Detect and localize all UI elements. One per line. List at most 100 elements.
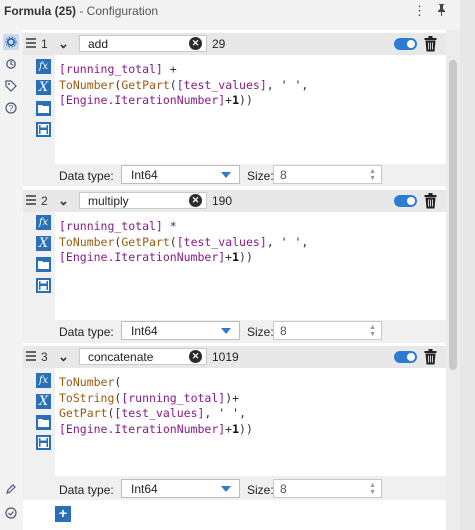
data-type-select[interactable]: Int64 [121, 479, 240, 498]
enable-toggle[interactable] [394, 195, 417, 207]
row-number: 1 [41, 37, 48, 51]
code-line: [running_total] + [59, 62, 308, 78]
code-token: ' ' [218, 406, 240, 420]
size-label: Size: [247, 325, 274, 339]
spinner-icon[interactable]: ▲ ▼ [369, 482, 376, 496]
code-token: GetPart [121, 77, 170, 92]
tag-icon[interactable] [3, 78, 19, 94]
variable-icon[interactable]: X [36, 80, 51, 95]
code-token: 1 [232, 421, 240, 436]
row-number: 2 [41, 194, 48, 208]
size-input[interactable]: 8 ▲ ▼ [273, 165, 382, 184]
code-token: ToNumber [59, 234, 115, 249]
formula-row-header: 2 ⌄ multiply ✕ 190 [23, 190, 446, 212]
preview-value: 1019 [212, 350, 239, 364]
code-token: GetPart [121, 234, 170, 249]
right-panel-edge [460, 0, 475, 530]
code-token: ( [169, 77, 177, 92]
help-icon[interactable]: ? [3, 100, 19, 116]
spinner-icon[interactable]: ▲ ▼ [369, 324, 376, 338]
code-token: [running_total] [121, 390, 226, 405]
code-token: ( [114, 375, 122, 389]
expression-code: [running_total] * ToNumber(GetPart([test_… [59, 219, 308, 266]
data-type-select[interactable]: Int64 [121, 165, 240, 184]
size-label: Size: [247, 169, 274, 183]
svg-text:?: ? [9, 104, 14, 113]
code-token: , [239, 406, 246, 420]
drag-handle-icon[interactable] [26, 38, 36, 50]
data-type-row: Data type: Int64 Size: 8 ▲ ▼ [55, 164, 446, 186]
folder-icon[interactable] [36, 415, 51, 430]
fx-icon[interactable]: fx [36, 215, 51, 230]
code-line: [Engine.IterationNumber]+1)) [59, 93, 308, 109]
code-token: , [301, 77, 309, 92]
code-token: ToString [59, 390, 115, 405]
enable-toggle[interactable] [394, 38, 417, 50]
code-token: ' ' [280, 234, 302, 249]
left-toolbar: ? [0, 30, 22, 530]
code-token: [running_total] [59, 219, 170, 233]
chevron-down-icon[interactable]: ⌄ [58, 36, 69, 52]
code-token: )) [239, 250, 253, 264]
code-token: ToNumber [59, 375, 115, 389]
trash-icon[interactable] [424, 36, 437, 52]
clear-icon[interactable]: ✕ [189, 194, 202, 207]
code-token: [running_total] [59, 62, 170, 76]
enable-toggle[interactable] [394, 351, 417, 363]
code-token: [test_values] [176, 77, 267, 92]
variable-icon[interactable]: X [36, 236, 51, 251]
code-token: ToNumber [59, 77, 115, 92]
save-icon[interactable] [36, 122, 51, 137]
save-icon[interactable] [36, 278, 51, 293]
variable-icon[interactable]: X [36, 394, 51, 409]
check-circle-icon[interactable] [3, 505, 19, 521]
window-title: Formula (25) - Configuration [4, 4, 159, 18]
title-bar: Formula (25) - Configuration ⋮ [0, 0, 475, 22]
folder-icon[interactable] [36, 101, 51, 116]
formula-row-header: 1 ⌄ add ✕ 29 [23, 33, 446, 55]
drag-handle-icon[interactable] [26, 195, 36, 207]
gear-icon[interactable] [3, 34, 19, 50]
formula-row-header: 3 ⌄ concatenate ✕ 1019 [23, 346, 446, 368]
pin-icon[interactable] [436, 3, 447, 19]
trash-icon[interactable] [424, 193, 437, 209]
fx-icon[interactable]: fx [36, 59, 51, 74]
plus-icon[interactable]: + [55, 506, 71, 522]
output-field-name[interactable]: concatenate [79, 348, 207, 365]
clear-icon[interactable]: ✕ [189, 37, 202, 50]
output-field-name[interactable]: multiply [79, 192, 207, 209]
folder-icon[interactable] [36, 257, 51, 272]
code-line: ToNumber(GetPart([test_values], ' ', [59, 235, 308, 251]
vertical-scrollbar[interactable] [446, 30, 460, 530]
pencil-icon[interactable] [3, 481, 19, 497]
dropdown-caret-icon [221, 328, 231, 334]
expression-code: ToNumber(ToString([running_total])+ GetPa… [59, 375, 253, 437]
code-token: )+ [225, 390, 240, 405]
output-field-name[interactable]: add [79, 35, 207, 52]
code-line: ToNumber( [59, 375, 253, 391]
chevron-down-icon[interactable]: ⌄ [58, 349, 69, 365]
row-number: 3 [41, 350, 48, 364]
drag-handle-icon[interactable] [26, 351, 36, 363]
clear-icon[interactable]: ✕ [189, 350, 202, 363]
spinner-icon[interactable]: ▲ ▼ [369, 168, 376, 182]
code-line: GetPart([test_values], ' ', [59, 406, 253, 422]
code-token: , [204, 406, 219, 420]
size-input[interactable]: 8 ▲ ▼ [273, 479, 382, 498]
size-input[interactable]: 8 ▲ ▼ [273, 321, 382, 340]
dropdown-caret-icon [221, 172, 231, 178]
scrollbar-thumb[interactable] [449, 60, 457, 370]
data-type-row: Data type: Int64 Size: 8 ▲ ▼ [55, 478, 446, 500]
trash-icon[interactable] [424, 349, 437, 365]
more-vert-icon[interactable]: ⋮ [413, 3, 426, 19]
data-type-select[interactable]: Int64 [121, 321, 240, 340]
code-token: , [266, 77, 281, 92]
code-token: [Engine.IterationNumber] [59, 93, 226, 107]
code-line: [Engine.IterationNumber]+1)) [59, 250, 308, 266]
code-token: ' ' [280, 77, 302, 92]
save-icon[interactable] [36, 435, 51, 450]
size-label: Size: [247, 483, 274, 497]
fx-icon[interactable]: fx [36, 373, 51, 388]
chevron-down-icon[interactable]: ⌄ [58, 193, 69, 209]
refresh-icon[interactable] [3, 56, 19, 72]
